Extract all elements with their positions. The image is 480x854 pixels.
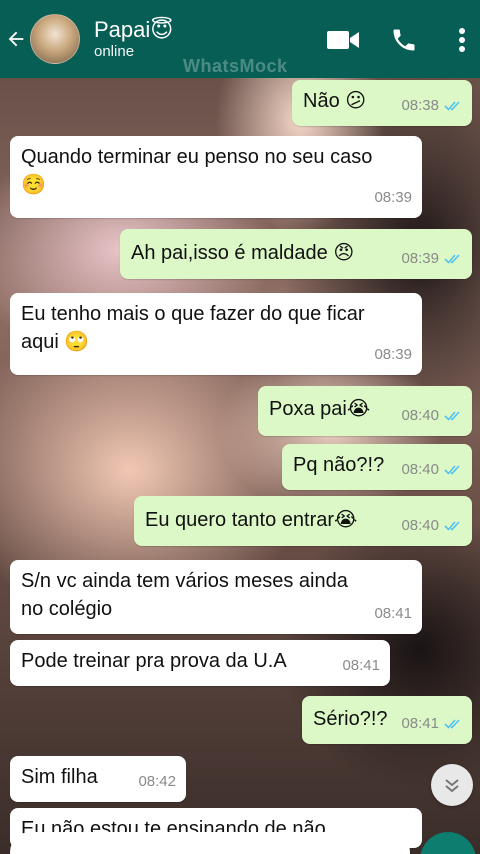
message-time: 08:40 xyxy=(401,407,439,424)
message-bubble[interactable]: Eu tenho mais o que fazer do que ficar a… xyxy=(10,293,422,375)
message-time: 08:41 xyxy=(342,657,380,674)
message-text-line2: no colégio xyxy=(21,598,113,620)
message-text: Pq não?!? xyxy=(293,454,385,476)
contact-info[interactable]: Papai😇 online xyxy=(94,17,173,61)
message-bubble[interactable]: Sim filha 08:42 xyxy=(10,756,186,802)
read-ticks-icon xyxy=(444,719,460,729)
message-time: 08:41 xyxy=(374,605,412,622)
read-ticks-icon xyxy=(444,521,460,531)
read-ticks-icon xyxy=(444,254,460,264)
phone-icon[interactable] xyxy=(386,22,422,58)
message-text: S/n vc ainda tem vários meses ainda xyxy=(21,570,348,592)
message-time: 08:42 xyxy=(138,773,176,790)
message-text-line2: ☺️ xyxy=(21,174,46,196)
watermark: WhatsMock xyxy=(183,56,288,76)
message-bubble[interactable]: Não 😕 08:38 xyxy=(292,80,472,126)
read-ticks-icon xyxy=(444,411,460,421)
message-text: Eu quero tanto entrar😭 xyxy=(145,509,358,531)
message-text-line2: aqui 🙄 xyxy=(21,331,90,353)
message-bubble[interactable]: Pq não?!? 08:40 xyxy=(282,444,472,490)
message-bubble[interactable]: Eu quero tanto entrar😭 08:40 xyxy=(134,496,472,546)
message-time: 08:41 xyxy=(401,715,439,732)
message-input[interactable] xyxy=(10,832,410,854)
chat-header: Papai😇 online WhatsMock xyxy=(0,0,480,78)
message-text: Sério?!? xyxy=(313,708,388,730)
message-bubble[interactable]: Pode treinar pra prova da U.A 08:41 xyxy=(10,640,390,686)
double-chevron-down-icon[interactable] xyxy=(431,764,473,806)
message-text: Sim filha xyxy=(21,766,98,788)
message-time: 08:38 xyxy=(401,97,439,114)
message-text: Pode treinar pra prova da U.A xyxy=(21,650,287,672)
message-text: Não 😕 xyxy=(303,90,367,112)
contact-status: online xyxy=(94,43,135,60)
video-call-icon[interactable] xyxy=(325,22,361,58)
read-ticks-icon xyxy=(444,101,460,111)
message-bubble[interactable]: Sério?!? 08:41 xyxy=(302,696,472,744)
message-time: 08:39 xyxy=(374,346,412,363)
message-text: Poxa pai😭 xyxy=(269,398,371,420)
message-time: 08:39 xyxy=(401,250,439,267)
message-time: 08:40 xyxy=(401,517,439,534)
message-bubble[interactable]: Quando terminar eu penso no seu caso ☺️ … xyxy=(10,136,422,218)
message-text: Quando terminar eu penso no seu caso xyxy=(21,146,373,168)
avatar[interactable] xyxy=(30,14,80,64)
message-text: Ah pai,isso é maldade 😠 xyxy=(131,242,355,264)
arrow-left-icon[interactable] xyxy=(2,25,30,53)
message-time: 08:39 xyxy=(374,189,412,206)
read-ticks-icon xyxy=(444,465,460,475)
more-vert-icon[interactable] xyxy=(444,22,480,58)
message-text: Eu tenho mais o que fazer do que ficar xyxy=(21,303,365,325)
message-bubble[interactable]: Poxa pai😭 08:40 xyxy=(258,386,472,436)
message-time: 08:40 xyxy=(401,461,439,478)
message-bubble[interactable]: S/n vc ainda tem vários meses ainda no c… xyxy=(10,560,422,634)
contact-name: Papai😇 xyxy=(94,17,174,42)
message-bubble[interactable]: Ah pai,isso é maldade 😠 08:39 xyxy=(120,229,472,279)
